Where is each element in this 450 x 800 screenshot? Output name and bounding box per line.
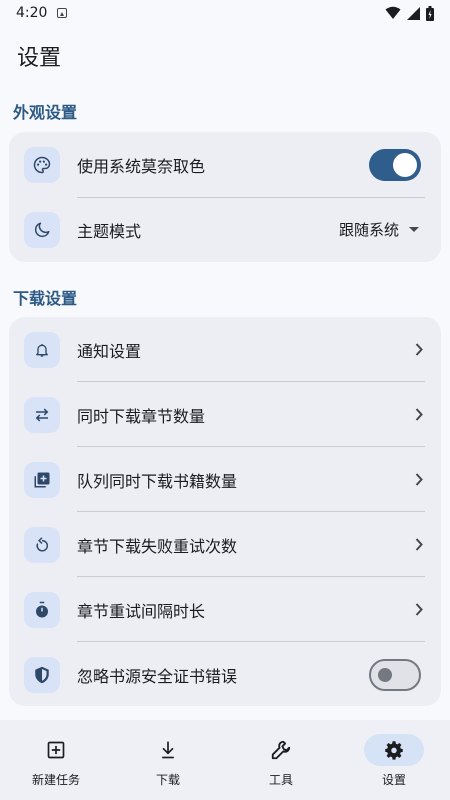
theme-mode-dropdown[interactable]: 跟随系统: [339, 219, 419, 240]
notification-settings-label: 通知设置: [77, 341, 142, 361]
concurrent-chapters-label: 同时下载章节数量: [77, 406, 206, 426]
chevron-right-icon: [415, 343, 423, 356]
notification-icon: [57, 8, 68, 18]
nav-settings[interactable]: 设置: [338, 720, 450, 800]
nav-label-new-task: 新建任务: [31, 773, 80, 787]
shield-icon: [24, 656, 60, 693]
ignore-cert-toggle[interactable]: [369, 658, 421, 691]
nav-label-settings: 设置: [381, 773, 406, 787]
monet-color-label: 使用系统莫奈取色: [77, 156, 206, 176]
moon-icon: [24, 211, 60, 248]
status-indicators: [385, 5, 434, 21]
retry-interval-row[interactable]: 章节重试间隔时长: [9, 577, 441, 642]
page-title: 设置: [17, 46, 62, 71]
chevron-right-icon: [415, 473, 423, 486]
status-bar: 4:20: [0, 0, 450, 26]
chevron-right-icon: [415, 408, 423, 421]
chevron-right-icon: [415, 538, 423, 551]
toggle-knob: [378, 667, 392, 682]
appearance-card: 使用系统莫奈取色 主题模式 跟随系统: [9, 132, 441, 262]
download-card: 通知设置 同时下载章节数量 队列同时下载书籍数量 章节下载失败重试次数 章节重试…: [9, 317, 441, 706]
theme-mode-row[interactable]: 主题模式 跟随系统: [9, 197, 441, 262]
add-library-icon: [24, 461, 60, 498]
theme-mode-label: 主题模式: [77, 221, 142, 241]
retry-count-row[interactable]: 章节下载失败重试次数: [9, 512, 441, 577]
bell-icon: [24, 331, 60, 368]
theme-mode-value: 跟随系统: [338, 221, 399, 239]
status-time: 4:20: [16, 5, 48, 21]
dropdown-arrow-icon: [409, 226, 419, 232]
battery-icon: [426, 5, 434, 21]
queue-books-row[interactable]: 队列同时下载书籍数量: [9, 447, 441, 512]
ignore-cert-row[interactable]: 忽略书源安全证书错误: [9, 642, 441, 707]
monet-color-row[interactable]: 使用系统莫奈取色: [9, 132, 441, 197]
signal-icon: [407, 6, 420, 20]
gear-icon: [364, 734, 424, 766]
chevron-right-icon: [415, 603, 423, 616]
section-title-download: 下载设置: [13, 289, 78, 308]
nav-new-task[interactable]: 新建任务: [0, 720, 112, 800]
retry-interval-label: 章节重试间隔时长: [77, 601, 206, 621]
swap-arrows-icon: [24, 396, 60, 433]
queue-books-label: 队列同时下载书籍数量: [77, 471, 238, 491]
bottom-navigation: 新建任务 下载 工具 设置: [0, 720, 450, 800]
timer-icon: [24, 591, 60, 628]
palette-icon: [24, 146, 60, 183]
download-icon: [138, 734, 198, 766]
wrench-icon: [251, 734, 311, 766]
notification-settings-row[interactable]: 通知设置: [9, 317, 441, 382]
toggle-knob: [393, 152, 417, 177]
add-box-icon: [26, 734, 86, 766]
nav-tools[interactable]: 工具: [225, 720, 337, 800]
section-title-appearance: 外观设置: [13, 103, 78, 122]
monet-color-toggle[interactable]: [369, 148, 421, 181]
wifi-icon: [385, 6, 401, 19]
retry-icon: [24, 526, 60, 563]
nav-download[interactable]: 下载: [112, 720, 224, 800]
nav-label-download: 下载: [155, 773, 180, 787]
retry-count-label: 章节下载失败重试次数: [77, 536, 238, 556]
ignore-cert-label: 忽略书源安全证书错误: [77, 666, 238, 686]
concurrent-chapters-row[interactable]: 同时下载章节数量: [9, 382, 441, 447]
nav-label-tools: 工具: [268, 773, 293, 787]
